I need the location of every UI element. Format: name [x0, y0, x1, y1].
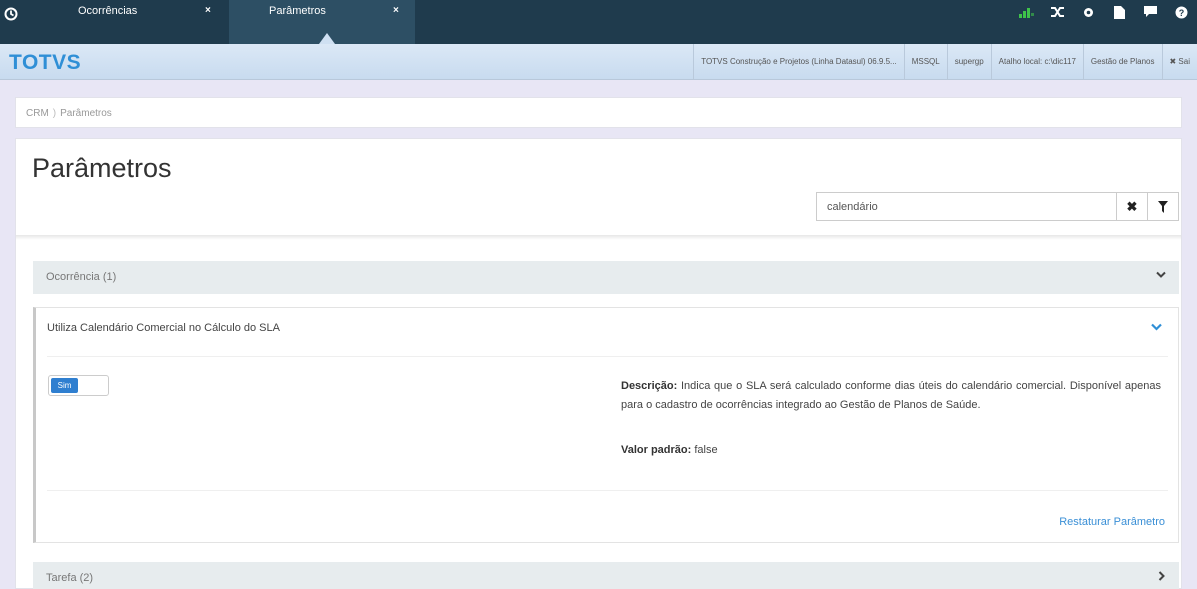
- app-bar: TOTVS TOTVS Construção e Projetos (Linha…: [0, 44, 1197, 80]
- chat-icon[interactable]: [1135, 0, 1166, 44]
- header-divider: [16, 235, 1181, 240]
- session-info: TOTVS Construção e Projetos (Linha Datas…: [693, 44, 1197, 79]
- divider: [47, 490, 1168, 491]
- main-panel: Parâmetros ✖ Ocorrência (1) Utiliza Cale…: [15, 138, 1182, 589]
- parameter-title[interactable]: Utiliza Calendário Comercial no Cálculo …: [47, 322, 280, 334]
- clear-search-button[interactable]: ✖: [1117, 192, 1148, 221]
- default-value: false: [694, 444, 718, 456]
- close-icon: ✖: [1126, 198, 1138, 214]
- tab-ocorrencias[interactable]: Ocorrências ×: [22, 0, 229, 44]
- breadcrumb-crm[interactable]: CRM: [26, 108, 49, 119]
- top-toolbar: ?: [1011, 0, 1197, 44]
- chevron-down-icon[interactable]: [1151, 320, 1162, 334]
- user-info: supergp: [946, 44, 991, 79]
- gear-icon[interactable]: [1073, 0, 1104, 44]
- tab-label: Ocorrências: [78, 5, 138, 17]
- group-label: Ocorrência (1): [46, 271, 117, 283]
- toggle-on-label: Sim: [51, 378, 78, 393]
- parameter-default: Valor padrão: false: [621, 444, 718, 456]
- chevron-right-icon: [1158, 571, 1166, 584]
- breadcrumb-current: Parâmetros: [60, 108, 112, 119]
- tab-label: Parâmetros: [269, 5, 326, 17]
- parameter-description: Descrição: Indica que o SLA será calcula…: [621, 377, 1161, 415]
- breadcrumb: CRM) Parâmetros: [15, 97, 1182, 128]
- shuffle-icon[interactable]: [1042, 0, 1073, 44]
- product-info: TOTVS Construção e Projetos (Linha Datas…: [693, 44, 904, 79]
- parameter-card: Utiliza Calendário Comercial no Cálculo …: [33, 307, 1179, 543]
- help-icon[interactable]: ?: [1166, 0, 1197, 44]
- database-info: MSSQL: [903, 44, 947, 79]
- module-info[interactable]: Gestão de Planos: [1082, 44, 1162, 79]
- group-header-ocorrencia[interactable]: Ocorrência (1): [33, 261, 1179, 294]
- default-label: Valor padrão:: [621, 444, 692, 456]
- restore-parameter-link[interactable]: Restaturar Parâmetro: [1059, 516, 1165, 528]
- signal-icon[interactable]: [1011, 0, 1042, 44]
- search-bar: ✖: [816, 192, 1180, 221]
- document-icon[interactable]: [1104, 0, 1135, 44]
- breadcrumb-separator: ): [52, 108, 57, 119]
- description-label: Descrição:: [621, 380, 678, 392]
- description-text: Indica que o SLA será calculado conforme…: [621, 380, 1161, 411]
- brand-logo: TOTVS: [9, 51, 82, 74]
- exit-button[interactable]: ✖ Sai: [1161, 44, 1197, 79]
- search-input[interactable]: [816, 192, 1117, 221]
- tab-close-button[interactable]: ×: [393, 5, 399, 16]
- chevron-down-icon: [1156, 270, 1166, 282]
- parameter-toggle[interactable]: Sim: [48, 375, 109, 396]
- tab-parametros[interactable]: Parâmetros ×: [229, 0, 415, 44]
- active-tab-indicator: [319, 33, 335, 44]
- group-label: Tarefa (2): [46, 572, 94, 584]
- page-title: Parâmetros: [32, 153, 172, 183]
- divider: [47, 356, 1168, 357]
- svg-text:?: ?: [1179, 8, 1185, 18]
- filter-icon: [1158, 200, 1168, 213]
- shortcut-info: Atalho local: c:\dic117: [990, 44, 1083, 79]
- top-bar: Ocorrências × Parâmetros × ?: [0, 0, 1197, 44]
- filter-button[interactable]: [1148, 192, 1179, 221]
- group-header-tarefa[interactable]: Tarefa (2): [33, 562, 1179, 589]
- home-button[interactable]: [0, 0, 22, 44]
- tab-close-button[interactable]: ×: [205, 5, 211, 16]
- power-icon: [4, 7, 18, 21]
